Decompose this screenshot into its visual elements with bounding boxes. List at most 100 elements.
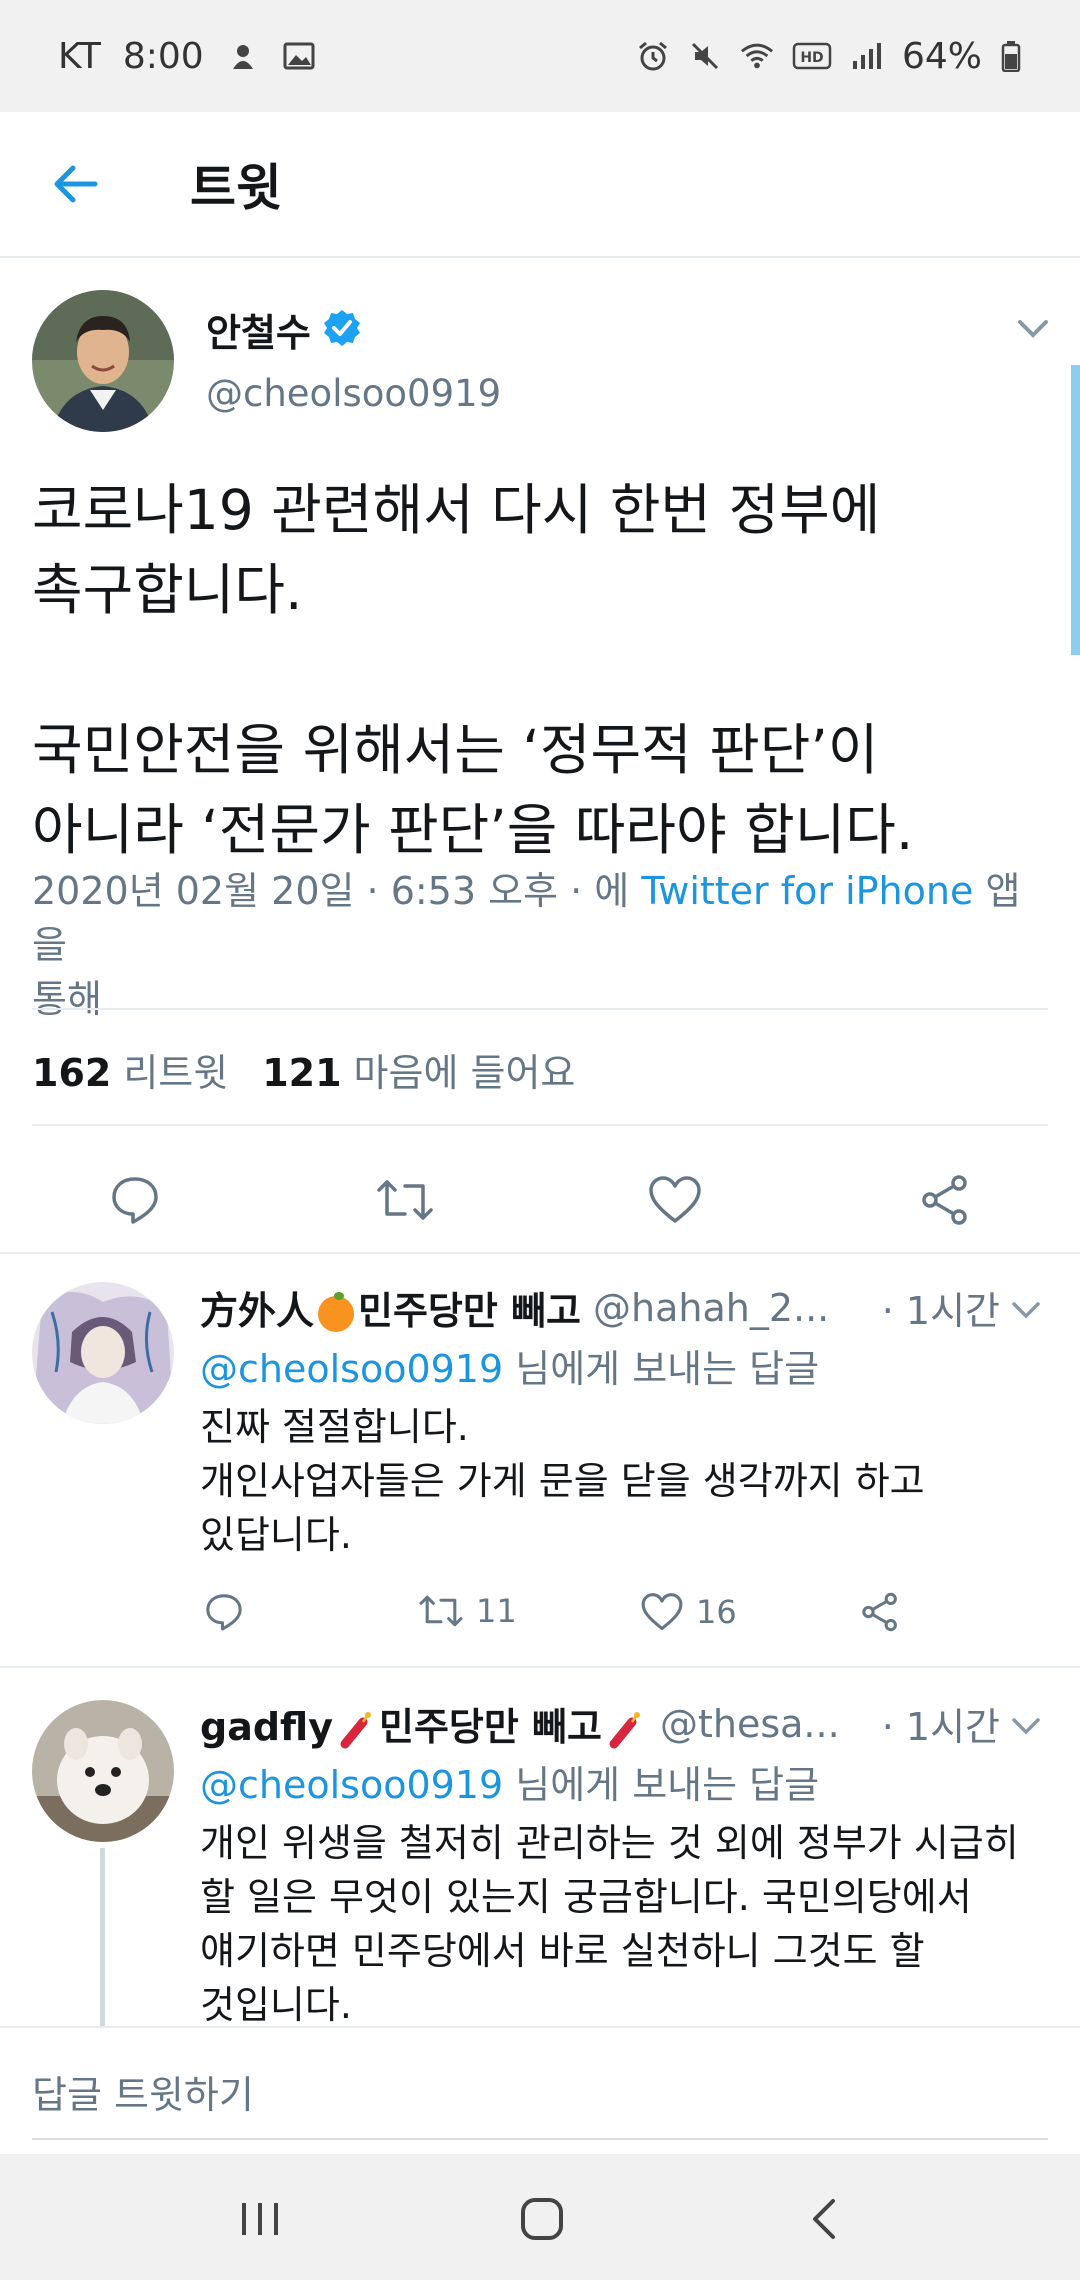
like-button[interactable] [635, 1160, 715, 1240]
meta-line2: 통해 [32, 977, 102, 1021]
page-title: 트윗 [190, 159, 282, 217]
reply-text-line: 있답니다. [200, 1513, 352, 1557]
reply-timestamp: · 1시간 [881, 1289, 1000, 1333]
name-part: 민주당만 빼고 [378, 1705, 602, 1749]
reply-author-name[interactable]: 方外人 민주당만 빼고 [200, 1280, 581, 1335]
share-button[interactable] [905, 1160, 985, 1240]
recent-apps-icon [242, 2203, 278, 2235]
wifi-icon [740, 39, 774, 73]
tweet-menu-button[interactable] [1016, 318, 1050, 344]
heart-icon [641, 1593, 683, 1631]
replying-to: @cheolsoo0919 님에게 보내는 답글 [200, 1754, 819, 1809]
share-icon [922, 1175, 967, 1225]
retweet-icon [419, 1595, 463, 1627]
retweet-count: 162 [32, 1051, 112, 1095]
reply-menu-button[interactable] [1010, 1300, 1042, 1324]
display-name[interactable]: 안철수 [206, 302, 311, 357]
reply-text-line: 것입니다. [200, 1983, 352, 2027]
home-button[interactable] [502, 2184, 582, 2254]
svg-text:HD: HD [800, 50, 823, 66]
retweet-button[interactable] [365, 1160, 445, 1240]
recent-apps-button[interactable] [220, 2184, 300, 2254]
back-nav-button[interactable] [784, 2184, 864, 2254]
firecracker-emoji-icon [609, 1711, 640, 1748]
reply-compose-bar[interactable]: 답글 트윗하기 [0, 2026, 1080, 2154]
battery-icon [1000, 39, 1022, 73]
reply-to-suffix: 님에게 보내는 답글 [503, 1347, 820, 1391]
gallery-icon [282, 39, 316, 73]
reply-icon [112, 1177, 158, 1224]
reply-text-line: 얘기하면 민주당에서 바로 실천하니 그것도 할 [200, 1929, 925, 1973]
avatar[interactable] [32, 1282, 174, 1424]
replying-to: @cheolsoo0919 님에게 보내는 답글 [200, 1338, 819, 1393]
carrier-label: KT [58, 35, 101, 77]
user-handle[interactable]: @cheolsoo0919 [206, 372, 501, 415]
reply-header: 方外人 민주당만 빼고 @hahah_2... · 1시간 [200, 1280, 1000, 1335]
like-stat[interactable]: 121 마음에 들어요 [262, 1042, 575, 1097]
tweet-text-line: 아니라 ‘전문가 판단’을 따라야 합니다. [32, 798, 914, 862]
like-label: 마음에 들어요 [353, 1051, 576, 1095]
tweet-text-line: 촉구합니다. [32, 558, 303, 622]
status-bar: KT 8:00 HD 64% [0, 0, 1080, 112]
avatar[interactable] [32, 1700, 174, 1842]
verified-badge-icon [323, 309, 361, 351]
divider [32, 1124, 1048, 1126]
name-part: 方外人 [200, 1289, 315, 1333]
reply-text-line: 할 일은 무엇이 있는지 궁금합니다. 국민의당에서 [200, 1875, 972, 1919]
name-part: gadfly [200, 1705, 333, 1749]
reply-actions: 11 16 [200, 1592, 1020, 1652]
reply-timestamp: · 1시간 [881, 1705, 1000, 1749]
reply-button[interactable] [95, 1160, 175, 1240]
tweet-actions [0, 1160, 1080, 1280]
reply-to-suffix: 님에게 보내는 답글 [503, 1763, 820, 1807]
tweet-stats: 162 리트윗 121 마음에 들어요 [32, 1042, 575, 1097]
retweet-count: 11 [476, 1592, 517, 1630]
divider [0, 1666, 1080, 1668]
battery-label: 64% [901, 35, 982, 77]
back-arrow-icon [54, 165, 98, 203]
orange-emoji-icon [318, 1291, 355, 1332]
mute-icon [688, 39, 722, 73]
heart-icon [649, 1176, 701, 1223]
share-icon [862, 1592, 897, 1632]
reply-to-link[interactable]: @cheolsoo0919 [200, 1763, 503, 1807]
thread-line [100, 1848, 105, 2026]
reply-author-name[interactable]: gadfly 민주당만 빼고 [200, 1696, 648, 1751]
top-app-bar: 트윗 [0, 112, 1080, 258]
divider [0, 1252, 1080, 1254]
hd-icon: HD [792, 39, 832, 73]
reply-author-handle[interactable]: @hahah_2... [593, 1286, 829, 1330]
chevron-down-icon [1012, 1718, 1040, 1735]
source-link[interactable]: Twitter for iPhone [641, 869, 973, 913]
reply-text-line: 개인사업자들은 가게 문을 닫을 생각까지 하고 [200, 1459, 925, 1503]
reply-text: 개인 위생을 철저히 관리하는 것 외에 정부가 시급히 할 일은 무엇이 있는… [200, 1816, 1060, 2032]
avatar[interactable] [32, 290, 174, 432]
clock-label: 8:00 [122, 35, 204, 77]
system-nav-bar [0, 2154, 1080, 2280]
alarm-icon [636, 39, 670, 73]
retweet-stat[interactable]: 162 리트윗 [32, 1042, 228, 1097]
back-button[interactable] [0, 111, 150, 257]
reply-icon [206, 1594, 242, 1631]
like-count: 16 [696, 1593, 737, 1631]
tweet-text-line: 코로나19 관련해서 다시 한번 정부에 [32, 478, 881, 542]
reply-button[interactable] [204, 1592, 244, 1632]
reply-text-line: 진짜 절절합니다. [200, 1405, 469, 1449]
chevron-down-icon [1012, 1302, 1040, 1319]
tweet-text: 코로나19 관련해서 다시 한번 정부에 촉구합니다. 국민안전을 위해서는 ‘… [32, 470, 1042, 870]
back-chevron-icon [813, 2199, 835, 2239]
reply-menu-button[interactable] [1010, 1716, 1042, 1740]
name-part: 민주당만 빼고 [358, 1289, 582, 1333]
share-button[interactable] [860, 1592, 900, 1632]
tweet-timestamp: 2020년 02월 20일 · 6:53 오후 · 에 [32, 869, 642, 913]
reply-to-link[interactable]: @cheolsoo0919 [200, 1347, 503, 1391]
like-button[interactable]: 16 [640, 1592, 737, 1632]
reply-compose-input[interactable]: 답글 트윗하기 [32, 2064, 254, 2119]
scrollbar-thumb[interactable] [1071, 365, 1080, 655]
retweet-label: 리트윗 [123, 1051, 229, 1095]
tweet-meta: 2020년 02월 20일 · 6:53 오후 · 에 Twitter for … [32, 864, 1052, 1026]
retweet-button[interactable]: 11 [418, 1592, 517, 1630]
reply-author-handle[interactable]: @thesa... [660, 1702, 840, 1746]
notification-icon [226, 39, 260, 73]
home-icon [521, 2198, 563, 2240]
